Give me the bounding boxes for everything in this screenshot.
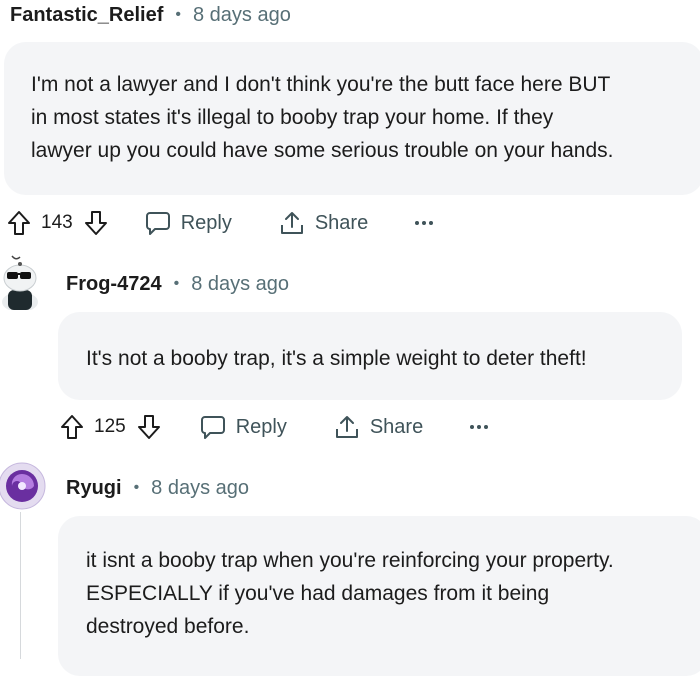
timestamp[interactable]: 8 days ago bbox=[191, 273, 289, 296]
timestamp[interactable]: 8 days ago bbox=[151, 477, 249, 500]
share-label: Share bbox=[369, 415, 424, 438]
downvote-arrow-icon[interactable] bbox=[135, 413, 163, 441]
reply-button[interactable]: Reply bbox=[144, 209, 232, 237]
comment-actions: 143 Reply Share bbox=[5, 205, 436, 241]
comment-header: Fantastic_Relief • 8 days ago bbox=[10, 0, 291, 30]
username[interactable]: Frog-4724 bbox=[66, 273, 162, 296]
separator-dot: • bbox=[173, 275, 180, 292]
timestamp[interactable]: 8 days ago bbox=[193, 4, 291, 27]
reply-button[interactable]: Reply bbox=[199, 413, 287, 441]
avatar[interactable] bbox=[0, 252, 48, 310]
reply-label: Reply bbox=[235, 415, 287, 438]
vote-count: 143 bbox=[41, 212, 73, 233]
comment-body: It's not a booby trap, it's a simple wei… bbox=[58, 312, 682, 400]
comment-line: I'm not a lawyer and I don't think you'r… bbox=[31, 73, 611, 96]
downvote-arrow-icon[interactable] bbox=[82, 209, 110, 237]
share-upload-icon bbox=[333, 413, 361, 441]
comment-body: it isnt a booby trap when you're reinfor… bbox=[58, 516, 700, 676]
comment-actions: 125 Reply Share bbox=[58, 409, 491, 445]
separator-dot: • bbox=[133, 479, 140, 496]
comment-line: ESPECIALLY if you've had damages from it… bbox=[86, 582, 550, 605]
comment-line: in most states it's illegal to booby tra… bbox=[31, 106, 554, 129]
comment-header: Frog-4724 • 8 days ago bbox=[66, 269, 289, 299]
avatar[interactable] bbox=[0, 462, 46, 510]
comment-header: Ryugi • 8 days ago bbox=[66, 473, 249, 503]
thread-line[interactable] bbox=[20, 512, 21, 659]
username[interactable]: Ryugi bbox=[66, 477, 122, 500]
comment-line: lawyer up you could have some serious tr… bbox=[31, 139, 614, 162]
share-label: Share bbox=[314, 211, 369, 234]
comment-line: It's not a booby trap, it's a simple wei… bbox=[86, 347, 587, 370]
upvote-arrow-icon[interactable] bbox=[5, 209, 33, 237]
vote-count: 125 bbox=[94, 416, 126, 437]
speech-bubble-icon bbox=[144, 209, 172, 237]
ellipsis-icon[interactable] bbox=[412, 213, 436, 233]
share-button[interactable]: Share bbox=[278, 209, 368, 237]
ellipsis-icon[interactable] bbox=[467, 417, 491, 437]
comment-line: destroyed before. bbox=[86, 615, 250, 638]
share-button[interactable]: Share bbox=[333, 413, 423, 441]
reply-label: Reply bbox=[180, 211, 232, 234]
upvote-arrow-icon[interactable] bbox=[58, 413, 86, 441]
separator-dot: • bbox=[175, 6, 181, 23]
username[interactable]: Fantastic_Relief bbox=[10, 4, 163, 27]
share-upload-icon bbox=[278, 209, 306, 237]
comment-line: it isnt a booby trap when you're reinfor… bbox=[86, 549, 614, 572]
speech-bubble-icon bbox=[199, 413, 227, 441]
comment-body: I'm not a lawyer and I don't think you'r… bbox=[4, 42, 700, 195]
